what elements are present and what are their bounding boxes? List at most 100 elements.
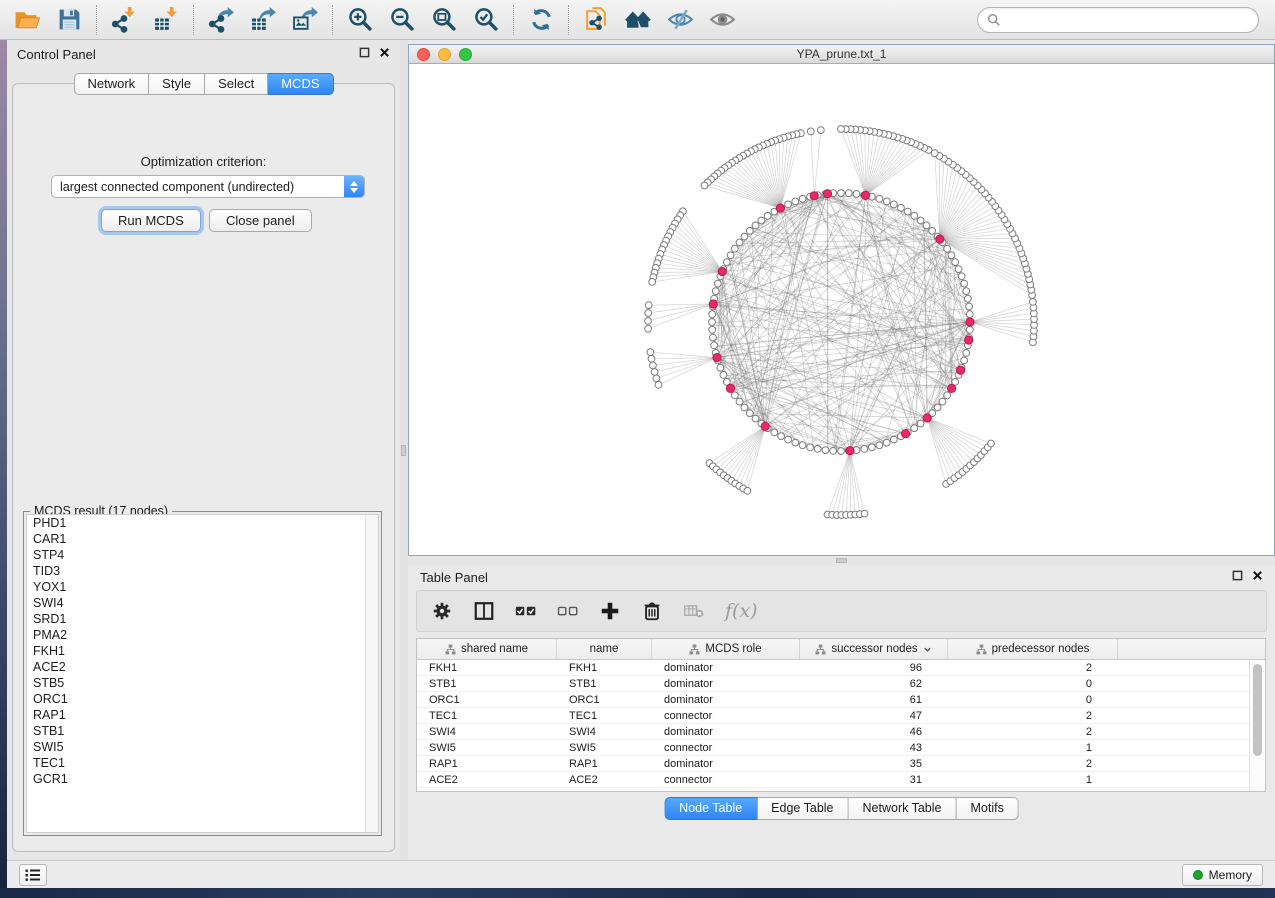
float-panel-icon[interactable] bbox=[359, 45, 370, 63]
tab-motifs[interactable]: Motifs bbox=[956, 797, 1018, 820]
mcds-list-scrollbar[interactable] bbox=[365, 515, 378, 832]
tab-network[interactable]: Network bbox=[73, 73, 149, 95]
tab-style[interactable]: Style bbox=[149, 73, 205, 95]
table-row[interactable]: ACE2ACE2connector311 bbox=[417, 772, 1249, 788]
export-table-button[interactable] bbox=[246, 4, 280, 36]
table-settings-gear-icon[interactable] bbox=[431, 596, 453, 626]
show-all-button[interactable] bbox=[705, 4, 739, 36]
close-panel-icon[interactable] bbox=[379, 45, 390, 63]
import-network-button[interactable] bbox=[107, 4, 141, 36]
tab-select[interactable]: Select bbox=[205, 73, 268, 95]
mcds-result-item[interactable]: FKH1 bbox=[27, 643, 378, 659]
run-mcds-button[interactable]: Run MCDS bbox=[101, 209, 201, 232]
table-scrollbar-thumb[interactable] bbox=[1253, 664, 1262, 756]
horizontal-splitter[interactable] bbox=[408, 556, 1275, 566]
network-graph[interactable] bbox=[409, 64, 1274, 555]
delete-table-icon-disabled bbox=[683, 596, 705, 626]
save-session-button[interactable] bbox=[52, 4, 86, 36]
table-row[interactable]: TEC1TEC1connector472 bbox=[417, 708, 1249, 724]
open-session-button[interactable] bbox=[10, 4, 44, 36]
toolbar-separator bbox=[96, 5, 97, 35]
zoom-out-icon bbox=[389, 6, 416, 33]
table-scrollbar[interactable] bbox=[1249, 660, 1265, 791]
tab-node-table[interactable]: Node Table bbox=[664, 797, 757, 820]
add-column-icon[interactable] bbox=[599, 596, 621, 626]
network-window-titlebar[interactable]: YPA_prune.txt_1 bbox=[409, 45, 1274, 64]
mcds-result-item[interactable]: SWI5 bbox=[27, 739, 378, 755]
export-table-icon bbox=[250, 6, 277, 33]
table-row[interactable]: SWI5SWI5connector431 bbox=[417, 740, 1249, 756]
zoom-fit-button[interactable] bbox=[427, 4, 461, 36]
table-row[interactable]: FKH1FKH1dominator962 bbox=[417, 660, 1249, 676]
zoom-selected-button[interactable] bbox=[469, 4, 503, 36]
horizontal-splitter-handle[interactable] bbox=[836, 558, 847, 563]
close-panel-button[interactable]: Close panel bbox=[209, 209, 312, 232]
cell-shared-name: STB1 bbox=[417, 678, 557, 690]
control-panel-tabs: NetworkStyleSelectMCDS bbox=[73, 73, 333, 95]
node-table-header: shared namenameMCDS rolesuccessor nodesp… bbox=[417, 639, 1265, 660]
cell-successor-nodes: 29 bbox=[800, 790, 948, 793]
apply-layout-button[interactable] bbox=[524, 4, 558, 36]
table-row[interactable]: RAP1RAP1dominator352 bbox=[417, 756, 1249, 772]
mcds-result-item[interactable]: TEC1 bbox=[27, 755, 378, 771]
tab-edge-table[interactable]: Edge Table bbox=[757, 797, 848, 820]
mcds-result-item[interactable]: STB1 bbox=[27, 723, 378, 739]
cell-successor-nodes: 46 bbox=[800, 726, 948, 738]
mcds-result-list[interactable]: PHD1CAR1STP4TID3YOX1SWI4SRD1PMA2FKH1ACE2… bbox=[26, 514, 379, 833]
mcds-result-item[interactable]: PMA2 bbox=[27, 627, 378, 643]
column-header-successor-nodes[interactable]: successor nodes bbox=[800, 639, 948, 659]
column-header-shared-name[interactable]: shared name bbox=[417, 639, 557, 659]
mcds-result-item[interactable]: SRD1 bbox=[27, 611, 378, 627]
export-network-button[interactable] bbox=[204, 4, 238, 36]
mcds-result-item[interactable]: STB5 bbox=[27, 675, 378, 691]
mcds-result-item[interactable]: CAR1 bbox=[27, 531, 378, 547]
table-row[interactable]: YOX1YOX1connector291 bbox=[417, 788, 1249, 792]
cell-predecessor-nodes: 2 bbox=[948, 726, 1118, 738]
deselect-all-icon[interactable] bbox=[557, 596, 579, 626]
mcds-result-item[interactable]: YOX1 bbox=[27, 579, 378, 595]
mcds-result-item[interactable]: ACE2 bbox=[27, 659, 378, 675]
search-box[interactable] bbox=[977, 7, 1259, 33]
cell-shared-name: SWI4 bbox=[417, 726, 557, 738]
criterion-dropdown[interactable]: largest connected component (undirected) bbox=[51, 175, 365, 198]
column-header-name[interactable]: name bbox=[557, 639, 652, 659]
hide-selected-button[interactable] bbox=[663, 4, 697, 36]
mcds-result-item[interactable]: TID3 bbox=[27, 563, 378, 579]
table-toolbar: f(x) bbox=[416, 590, 1267, 632]
select-all-icon[interactable] bbox=[515, 596, 537, 626]
node-table[interactable]: shared namenameMCDS rolesuccessor nodesp… bbox=[416, 638, 1266, 792]
show-columns-icon[interactable] bbox=[473, 596, 495, 626]
mcds-result-item[interactable]: RAP1 bbox=[27, 707, 378, 723]
network-from-selection-button[interactable] bbox=[579, 4, 613, 36]
cell-shared-name: SWI5 bbox=[417, 742, 557, 754]
export-image-button[interactable] bbox=[288, 4, 322, 36]
attribute-type-icon bbox=[689, 644, 700, 655]
mcds-result-item[interactable]: PHD1 bbox=[27, 515, 378, 531]
vertical-splitter-handle[interactable] bbox=[401, 445, 406, 456]
vertical-splitter[interactable] bbox=[400, 40, 408, 860]
tab-network-table[interactable]: Network Table bbox=[849, 797, 957, 820]
mcds-result-item[interactable]: STP4 bbox=[27, 547, 378, 563]
close-panel-icon[interactable] bbox=[1252, 568, 1263, 586]
mcds-result-item[interactable]: ORC1 bbox=[27, 691, 378, 707]
float-panel-icon[interactable] bbox=[1232, 568, 1243, 586]
search-input[interactable] bbox=[1001, 10, 1249, 30]
mcds-result-item[interactable]: SWI4 bbox=[27, 595, 378, 611]
network-view-canvas[interactable] bbox=[409, 64, 1274, 555]
zoom-in-button[interactable] bbox=[343, 4, 377, 36]
first-neighbors-button[interactable] bbox=[621, 4, 655, 36]
memory-button[interactable]: Memory bbox=[1182, 864, 1263, 886]
column-header-predecessor-nodes[interactable]: predecessor nodes bbox=[948, 639, 1118, 659]
save-icon bbox=[56, 6, 83, 33]
task-history-button[interactable] bbox=[19, 864, 47, 886]
zoom-out-button[interactable] bbox=[385, 4, 419, 36]
mcds-result-item[interactable]: GCR1 bbox=[27, 771, 378, 787]
tab-mcds[interactable]: MCDS bbox=[268, 73, 333, 95]
table-row[interactable]: ORC1ORC1dominator610 bbox=[417, 692, 1249, 708]
column-header-MCDS-role[interactable]: MCDS role bbox=[652, 639, 800, 659]
table-row[interactable]: SWI4SWI4dominator462 bbox=[417, 724, 1249, 740]
table-row[interactable]: STB1STB1dominator620 bbox=[417, 676, 1249, 692]
import-table-button[interactable] bbox=[149, 4, 183, 36]
delete-trash-icon[interactable] bbox=[641, 596, 663, 626]
cell-predecessor-nodes: 2 bbox=[948, 662, 1118, 674]
